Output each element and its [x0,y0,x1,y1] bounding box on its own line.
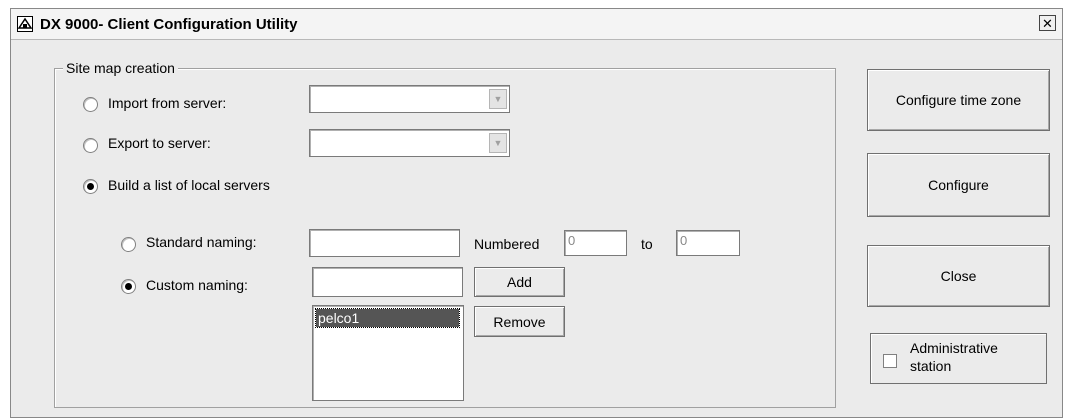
server-listbox[interactable]: pelco1 [312,305,464,401]
export-server-select[interactable]: ▼ [309,129,510,157]
app-icon [17,16,33,32]
configure-button[interactable]: Configure [867,153,1050,217]
numbered-to-input[interactable]: 0 [676,230,740,256]
add-button[interactable]: Add [474,267,565,297]
chevron-down-icon[interactable]: ▼ [489,133,507,153]
title-bar: DX 9000- Client Configuration Utility ✕ [11,9,1062,40]
group-label: Site map creation [63,60,178,76]
to-label: to [641,236,653,252]
window-title: DX 9000- Client Configuration Utility [40,16,298,33]
numbered-label: Numbered [474,236,540,252]
administrative-station-label-line2: station [910,358,952,374]
config-utility-window: DX 9000- Client Configuration Utility ✕ … [10,8,1063,418]
configure-time-zone-button[interactable]: Configure time zone [867,69,1050,131]
export-radio[interactable] [83,138,98,153]
administrative-station-panel[interactable]: Administrative station [870,333,1047,384]
custom-naming-input[interactable] [312,267,463,297]
build-list-label: Build a list of local servers [108,177,270,193]
custom-naming-label: Custom naming: [146,277,248,293]
import-server-select[interactable]: ▼ [309,85,510,113]
close-icon[interactable]: ✕ [1039,15,1056,31]
export-label: Export to server: [108,135,211,151]
close-button[interactable]: Close [867,245,1050,307]
import-label: Import from server: [108,95,227,111]
list-item[interactable]: pelco1 [315,308,460,328]
chevron-down-icon[interactable]: ▼ [489,89,507,109]
standard-naming-label: Standard naming: [146,234,257,250]
numbered-from-input[interactable]: 0 [564,230,627,256]
administrative-station-checkbox[interactable] [883,354,897,368]
remove-button[interactable]: Remove [474,306,565,337]
import-radio[interactable] [83,97,98,112]
standard-naming-radio[interactable] [121,237,136,252]
standard-naming-input[interactable] [309,229,460,257]
build-list-radio[interactable] [83,179,98,194]
custom-naming-radio[interactable] [121,279,136,294]
administrative-station-label-line1: Administrative [910,340,998,356]
